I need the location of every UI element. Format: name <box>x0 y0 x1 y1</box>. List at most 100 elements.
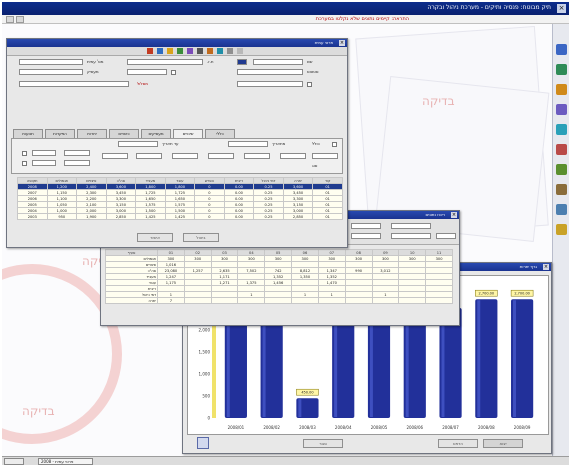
search-icon[interactable] <box>187 48 193 54</box>
table-cell: 950 <box>46 213 78 220</box>
settings-icon[interactable] <box>227 48 233 54</box>
minimize-icon[interactable] <box>6 16 14 23</box>
chart-icon[interactable] <box>217 48 223 54</box>
status-field[interactable] <box>237 69 303 75</box>
table-row[interactable]: 2003 950 1,900 2,850 1,425 1,425 0 0.00 0.25 2,85… <box>17 213 343 220</box>
help-icon[interactable] <box>237 48 243 54</box>
close-icon[interactable]: × <box>543 264 549 270</box>
name-field[interactable] <box>253 59 303 65</box>
table-cell: 7 <box>157 297 185 304</box>
tab-balances[interactable]: יתרות <box>77 129 107 138</box>
data-label: 2,700.00 <box>514 292 530 296</box>
tab-coverages[interactable]: כיסויים <box>109 129 139 138</box>
include-label: כולל <box>312 141 320 146</box>
taskbar-item[interactable]: פרטי עמית - 2008 <box>38 458 93 465</box>
plan-checkbox[interactable] <box>307 82 312 87</box>
edit-icon[interactable] <box>207 48 213 54</box>
close-icon[interactable]: × <box>339 40 345 46</box>
filter-field[interactable] <box>351 223 381 229</box>
cancel-button[interactable]: ביטול <box>183 233 219 242</box>
chart-icon[interactable] <box>197 437 209 449</box>
app-title: תיק מבוטח: פנסיה ותיקים - מערכת ניהול וב… <box>427 4 551 11</box>
plan-code-field[interactable] <box>237 81 303 87</box>
start-button[interactable] <box>4 458 24 465</box>
print-icon[interactable] <box>556 184 567 195</box>
tab-changes[interactable]: שינויים <box>173 129 203 138</box>
calculator-icon[interactable] <box>556 84 567 95</box>
from-date-field[interactable] <box>228 141 268 147</box>
id-field[interactable] <box>127 59 203 65</box>
filter-field[interactable] <box>436 233 456 239</box>
export-icon[interactable] <box>556 164 567 175</box>
tab-movements[interactable]: תנועות <box>13 129 43 138</box>
help-icon[interactable] <box>556 224 567 235</box>
app-title-bar: תיק מבוטח: פנסיה ותיקים - מערכת ניהול וב… <box>2 2 569 15</box>
amount-field[interactable] <box>136 153 162 159</box>
x-tick-label: 2008/01 <box>228 425 245 430</box>
type-checkbox[interactable] <box>22 161 27 166</box>
to-date-field[interactable] <box>118 141 158 147</box>
tab-employers[interactable]: מעסיקים <box>141 129 171 138</box>
save-icon[interactable] <box>157 48 163 54</box>
data-table: סעיף 01 02 03 04 05 06 07 08 09 10 11 תג… <box>105 249 453 304</box>
close-icon[interactable]: × <box>451 212 457 218</box>
restore-icon[interactable] <box>16 16 24 23</box>
amount-field[interactable] <box>64 150 90 156</box>
bar-highlight <box>477 300 481 417</box>
employer-field[interactable] <box>19 69 83 75</box>
tab-general[interactable]: כללי <box>205 129 235 138</box>
id-label: ת.ז. <box>207 59 214 64</box>
employer-checkbox[interactable] <box>171 70 176 75</box>
export-button[interactable]: יצוא <box>483 439 523 448</box>
bar-highlight <box>298 399 302 417</box>
amount-field[interactable] <box>172 153 198 159</box>
type-checkbox[interactable] <box>22 151 27 156</box>
report-icon[interactable] <box>556 104 567 115</box>
amount-field[interactable] <box>64 160 90 166</box>
print-icon[interactable] <box>197 48 203 54</box>
x-tick-label: 2008/07 <box>442 425 459 430</box>
y-tick-label: 500 <box>202 394 210 399</box>
table-row[interactable]: יתרה 7 <box>105 297 453 304</box>
lookup-button[interactable] <box>237 59 247 65</box>
filter-field[interactable] <box>351 233 381 239</box>
table-cell <box>425 297 453 304</box>
delete-icon[interactable] <box>147 48 153 54</box>
employer-code-field[interactable] <box>127 69 167 75</box>
amount-field[interactable] <box>102 153 128 159</box>
watermark-text: בדיקה <box>22 404 55 418</box>
close-icon[interactable]: × <box>557 4 566 13</box>
folder-icon[interactable] <box>556 44 567 55</box>
folder-icon[interactable] <box>167 48 173 54</box>
close-button[interactable]: סגור <box>303 439 343 448</box>
include-checkbox[interactable] <box>332 142 337 147</box>
y-tick-label: 2,000 <box>199 328 211 333</box>
from-date-label: מתאריך <box>272 141 286 146</box>
tab-deposits[interactable]: הפקדות <box>45 129 75 138</box>
member-field[interactable] <box>19 59 83 65</box>
watermark-text: בדיקה <box>422 94 455 108</box>
settings-icon[interactable] <box>556 204 567 215</box>
table-cell <box>344 297 373 304</box>
table-cell <box>398 297 427 304</box>
filter-field[interactable] <box>391 223 431 229</box>
amount-field[interactable] <box>208 153 234 159</box>
table-icon[interactable] <box>556 64 567 75</box>
type-field[interactable] <box>32 150 56 156</box>
filter-field[interactable] <box>391 233 431 239</box>
print-button[interactable]: הדפס <box>438 439 478 448</box>
refresh-icon[interactable] <box>177 48 183 54</box>
table-cell: 0.00 <box>223 213 255 220</box>
x-tick-label: 2008/06 <box>406 425 423 430</box>
amount-field[interactable] <box>280 153 306 159</box>
side-toolbar <box>552 24 569 456</box>
row-label: יתרה <box>105 297 158 304</box>
chart-icon[interactable] <box>556 124 567 135</box>
plan-field[interactable] <box>19 81 129 87</box>
alert-icon[interactable] <box>556 144 567 155</box>
amount-field[interactable] <box>244 153 270 159</box>
table-cell <box>210 297 239 304</box>
ok-button[interactable]: אישור <box>137 233 173 242</box>
amount-field[interactable] <box>312 153 338 159</box>
type-field[interactable] <box>32 160 56 166</box>
